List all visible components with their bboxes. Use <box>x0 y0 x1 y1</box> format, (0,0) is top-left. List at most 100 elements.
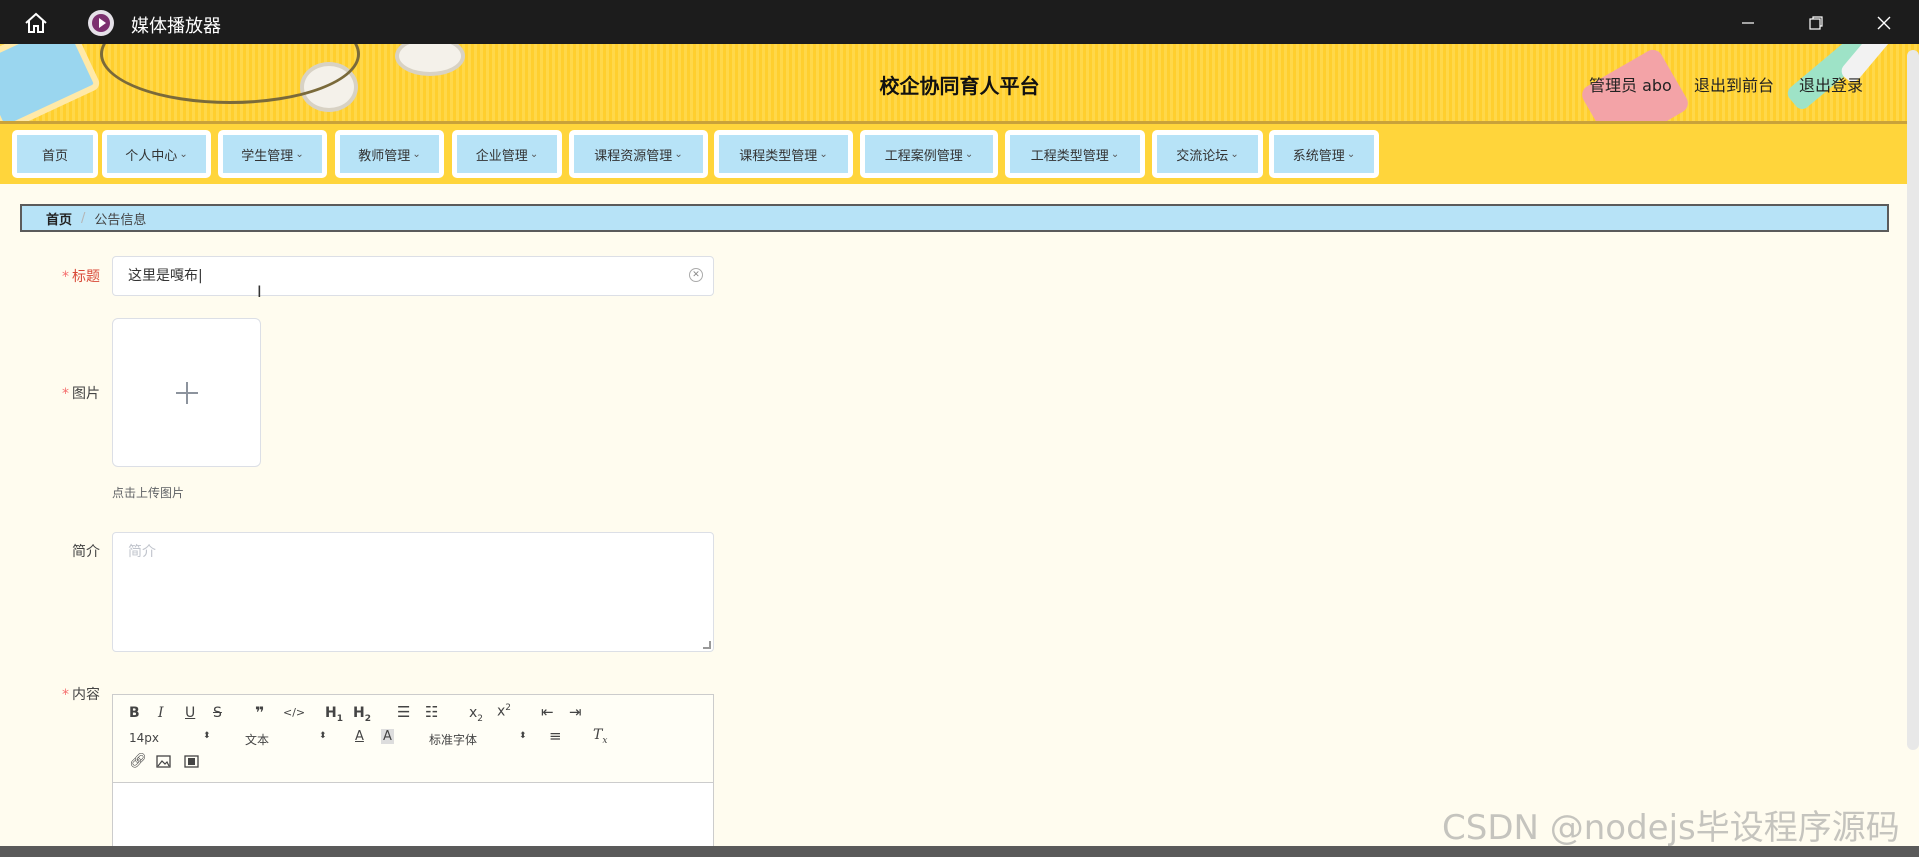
heading-1-icon[interactable]: H1 <box>325 705 343 724</box>
header-select-value: 文本 <box>245 733 270 747</box>
intro-textarea[interactable]: 简介 <box>112 532 714 652</box>
nav-label: 教师管理 <box>358 148 411 164</box>
plus-icon-vertical <box>186 382 188 404</box>
editor-toolbar: B I U S ❞ </> H1 H2 ☰ ☷ x2 x2 ⇤ ⇥ 14px ⬍ … <box>113 695 713 783</box>
rich-text-editor: B I U S ❞ </> H1 H2 ☰ ☷ x2 x2 ⇤ ⇥ 14px ⬍ … <box>112 694 714 857</box>
watermark: CSDN @nodejs毕设程序源码 <box>1442 808 1900 848</box>
maximize-button[interactable] <box>1803 10 1829 36</box>
nav-label: 工程案例管理 <box>884 148 963 164</box>
required-mark: * <box>62 386 69 402</box>
content-label-text: 内容 <box>72 687 100 703</box>
bottom-bar <box>0 846 1919 857</box>
upload-tip: 点击上传图片 <box>112 486 185 500</box>
font-size-value: 14px <box>129 731 159 745</box>
title-input-value: 这里是嘎布| <box>128 268 203 284</box>
font-family-value: 标准字体 <box>429 733 478 747</box>
background-color-icon[interactable]: A <box>381 729 394 744</box>
nav-item-enterprises[interactable]: 企业管理 ⌄ <box>452 130 562 178</box>
select-arrows-icon: ⬍ <box>203 731 211 741</box>
required-mark: * <box>62 269 69 285</box>
chevron-down-icon: ⌄ <box>529 148 539 160</box>
text-color-icon[interactable]: A <box>355 729 364 744</box>
subscript-icon[interactable]: x2 <box>469 705 483 724</box>
link-icon[interactable]: 🔗︎ <box>129 753 147 769</box>
content-label: * 内容 <box>40 684 100 704</box>
nav-item-system[interactable]: 系统管理 ⌄ <box>1269 130 1379 178</box>
main-nav: 首页 个人中心 ⌄ 学生管理 ⌄ 教师管理 ⌄ 企业管理 ⌄ 课程资源管理 ⌄ 课程类型管… <box>0 124 1919 184</box>
image-icon[interactable] <box>156 755 171 768</box>
page-scrollbar[interactable] <box>1907 50 1919 750</box>
underline-icon[interactable]: U <box>185 705 195 721</box>
back-to-front-link[interactable]: 退出到前台 <box>1694 72 1774 96</box>
chevron-down-icon: ⌄ <box>1110 148 1120 160</box>
window-title: 媒体播放器 <box>131 16 221 37</box>
nav-item-course-resources[interactable]: 课程资源管理 ⌄ <box>569 130 708 178</box>
text-cursor-icon: I <box>257 282 262 301</box>
chevron-down-icon: ⌄ <box>674 148 683 160</box>
nav-label: 工程类型管理 <box>1030 148 1109 164</box>
indent-icon[interactable]: ⇥ <box>569 703 582 721</box>
nav-label: 个人中心 <box>125 148 178 164</box>
video-icon[interactable] <box>184 755 199 768</box>
nav-label: 学生管理 <box>241 148 294 164</box>
nav-item-profile[interactable]: 个人中心 ⌄ <box>102 130 211 178</box>
nav-item-teachers[interactable]: 教师管理 ⌄ <box>335 130 444 178</box>
breadcrumb-home[interactable]: 首页 <box>46 209 72 228</box>
select-arrows-icon: ⬍ <box>319 731 327 741</box>
intro-label: 简介 <box>72 544 100 560</box>
heading-2-icon[interactable]: H2 <box>353 705 371 724</box>
select-arrows-icon: ⬍ <box>519 731 527 741</box>
breadcrumb: 首页 / 公告信息 <box>20 204 1889 232</box>
header-select[interactable]: 文本 ⬍ <box>245 731 329 748</box>
nav-item-students[interactable]: 学生管理 ⌄ <box>218 130 327 178</box>
nav-item-engineering-cases[interactable]: 工程案例管理 ⌄ <box>860 130 998 178</box>
header-banner: 校企协同育人平台 管理员 abo 退出到前台 退出登录 <box>0 44 1919 124</box>
chevron-down-icon: ⌄ <box>819 148 828 160</box>
image-label-text: 图片 <box>72 386 100 402</box>
code-block-icon[interactable]: </> <box>283 706 305 719</box>
strike-icon[interactable]: S <box>213 705 222 721</box>
font-family-select[interactable]: 标准字体 ⬍ <box>429 731 529 748</box>
home-icon[interactable] <box>24 12 48 34</box>
clear-format-icon[interactable]: Tx <box>593 727 607 746</box>
media-player-icon <box>88 10 114 36</box>
outdent-icon[interactable]: ⇤ <box>541 703 554 721</box>
align-icon[interactable]: ≡ <box>549 727 562 745</box>
title-input[interactable]: 这里是嘎布| ✕ <box>112 256 714 296</box>
superscript-icon[interactable]: x2 <box>497 703 511 720</box>
chevron-down-icon: ⌄ <box>1346 148 1356 160</box>
close-button[interactable] <box>1871 10 1897 36</box>
nav-item-forum[interactable]: 交流论坛 ⌄ <box>1152 130 1263 178</box>
ordered-list-icon[interactable]: ☰ <box>397 703 410 721</box>
breadcrumb-separator: / <box>81 210 86 226</box>
minimize-button[interactable] <box>1735 10 1761 36</box>
bold-icon[interactable]: B <box>129 705 140 721</box>
required-mark: * <box>62 687 69 703</box>
logout-link[interactable]: 退出登录 <box>1799 72 1863 96</box>
clear-icon[interactable]: ✕ <box>689 268 703 282</box>
close-icon <box>1877 16 1891 30</box>
title-label-text: 标题 <box>72 269 100 285</box>
bullet-list-icon[interactable]: ☷ <box>425 703 438 721</box>
image-upload-button[interactable] <box>112 318 261 467</box>
chevron-down-icon: ⌄ <box>1230 148 1239 160</box>
window-titlebar: 媒体播放器 <box>0 0 1919 44</box>
minimize-icon <box>1742 22 1754 24</box>
chevron-down-icon: ⌄ <box>179 148 188 160</box>
nav-label: 交流论坛 <box>1176 148 1229 164</box>
breadcrumb-current: 公告信息 <box>94 212 147 228</box>
nav-label: 企业管理 <box>475 148 528 164</box>
blockquote-icon[interactable]: ❞ <box>255 703 264 722</box>
nav-item-course-types[interactable]: 课程类型管理 ⌄ <box>714 130 853 178</box>
italic-icon[interactable]: I <box>158 705 164 721</box>
nav-label: 首页 <box>41 148 68 164</box>
nav-item-engineering-types[interactable]: 工程类型管理 ⌄ <box>1005 130 1145 178</box>
nav-label: 课程资源管理 <box>594 148 673 164</box>
chevron-down-icon: ⌄ <box>412 148 421 160</box>
font-size-select[interactable]: 14px ⬍ <box>129 731 213 745</box>
nav-item-home[interactable]: 首页 <box>12 130 98 178</box>
resize-handle-icon[interactable] <box>703 641 711 649</box>
nav-label: 课程类型管理 <box>739 148 818 164</box>
restore-icon <box>1809 16 1823 30</box>
image-label: * 图片 <box>40 383 100 403</box>
